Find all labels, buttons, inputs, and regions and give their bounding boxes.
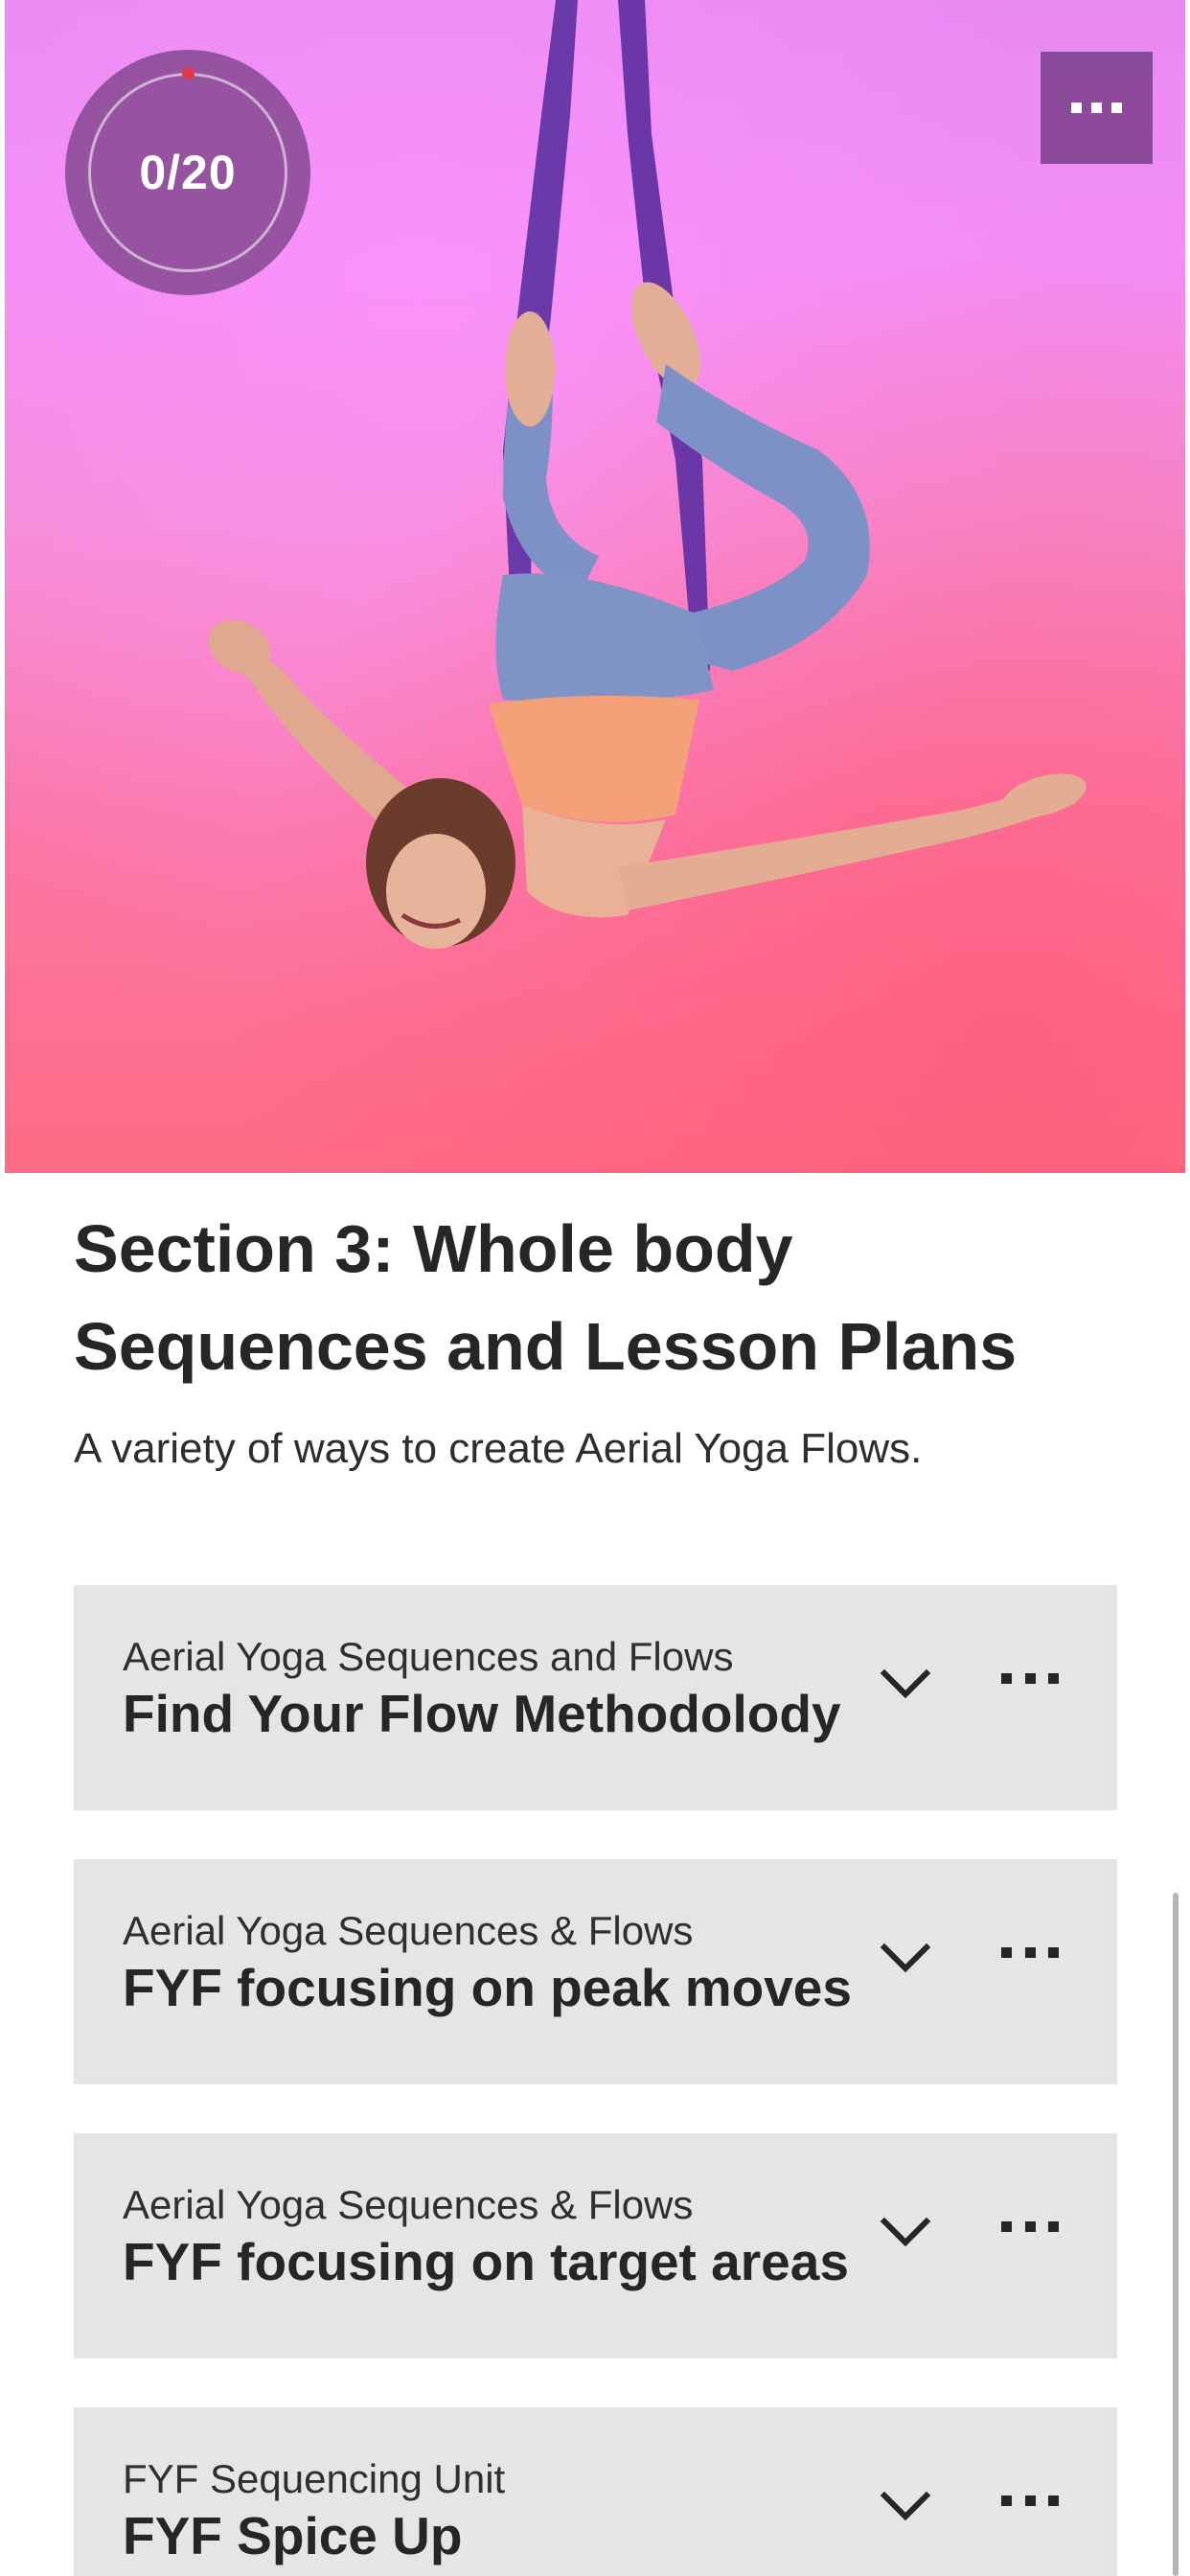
lesson-more-button[interactable] [1001, 1947, 1059, 1965]
lesson-title: FYF focusing on peak moves [123, 1958, 852, 2017]
scrollbar[interactable] [1173, 1893, 1179, 2576]
more-icon-dot [1048, 2496, 1059, 2506]
more-horizontal-icon [1071, 103, 1082, 113]
chevron-down-icon[interactable] [879, 1666, 932, 1704]
section-title: Section 3: Whole body Sequences and Less… [74, 1211, 1018, 1384]
progress-count: 0/20 [139, 146, 237, 199]
chevron-down-icon[interactable] [879, 1940, 932, 1978]
progress-ring: 0/20 [65, 50, 310, 295]
lesson-card[interactable]: Aerial Yoga Sequences & Flows FYF focusi… [74, 2133, 1117, 2358]
section-subtitle: A variety of ways to create Aerial Yoga … [74, 1425, 923, 1472]
more-icon-dot [1048, 1673, 1059, 1684]
chevron-down-icon[interactable] [879, 2214, 932, 2252]
more-icon-dot [1091, 103, 1102, 113]
lesson-text: Aerial Yoga Sequences & Flows FYF focusi… [123, 2181, 889, 2294]
lesson-title: FYF focusing on target areas [123, 2232, 849, 2291]
lesson-more-button[interactable] [1001, 1673, 1059, 1690]
lesson-card[interactable]: Aerial Yoga Sequences and Flows Find You… [74, 1585, 1117, 1810]
more-horizontal-icon [1001, 2496, 1012, 2506]
more-icon-dot [1048, 1947, 1059, 1958]
more-horizontal-icon [1001, 1947, 1012, 1958]
more-icon-dot [1024, 2496, 1036, 2506]
hero-more-button[interactable] [1041, 52, 1153, 164]
hero-image: 0/20 [5, 0, 1185, 1173]
lesson-text: Aerial Yoga Sequences and Flows Find You… [123, 1633, 889, 1746]
more-icon-dot [1111, 103, 1122, 113]
lesson-category: FYF Sequencing Unit [123, 2456, 506, 2501]
more-icon-dot [1024, 1947, 1036, 1958]
more-icon-dot [1048, 2221, 1059, 2232]
chevron-down-icon[interactable] [879, 2488, 932, 2526]
lesson-text: FYF Sequencing Unit FYF Spice Up [123, 2455, 889, 2568]
more-icon-dot [1024, 1673, 1036, 1684]
more-icon-dot [1024, 2221, 1036, 2232]
course-section-screen: 0/20 Section 3: Whole body Sequences and… [0, 0, 1190, 2576]
lesson-more-button[interactable] [1001, 2496, 1059, 2513]
lesson-title: Find Your Flow Methodolody [123, 1684, 841, 1743]
lesson-category: Aerial Yoga Sequences & Flows [123, 2182, 694, 2227]
more-horizontal-icon [1001, 2221, 1012, 2232]
lesson-category: Aerial Yoga Sequences & Flows [123, 1908, 694, 1953]
progress-indicator-dot [182, 67, 195, 80]
lesson-category: Aerial Yoga Sequences and Flows [123, 1634, 734, 1679]
more-horizontal-icon [1001, 1673, 1012, 1684]
lesson-more-button[interactable] [1001, 2221, 1059, 2239]
lesson-card[interactable]: Aerial Yoga Sequences & Flows FYF focusi… [74, 1859, 1117, 2084]
lesson-title: FYF Spice Up [123, 2506, 463, 2565]
lesson-card[interactable]: FYF Sequencing Unit FYF Spice Up [74, 2407, 1117, 2576]
lesson-text: Aerial Yoga Sequences & Flows FYF focusi… [123, 1907, 889, 2020]
